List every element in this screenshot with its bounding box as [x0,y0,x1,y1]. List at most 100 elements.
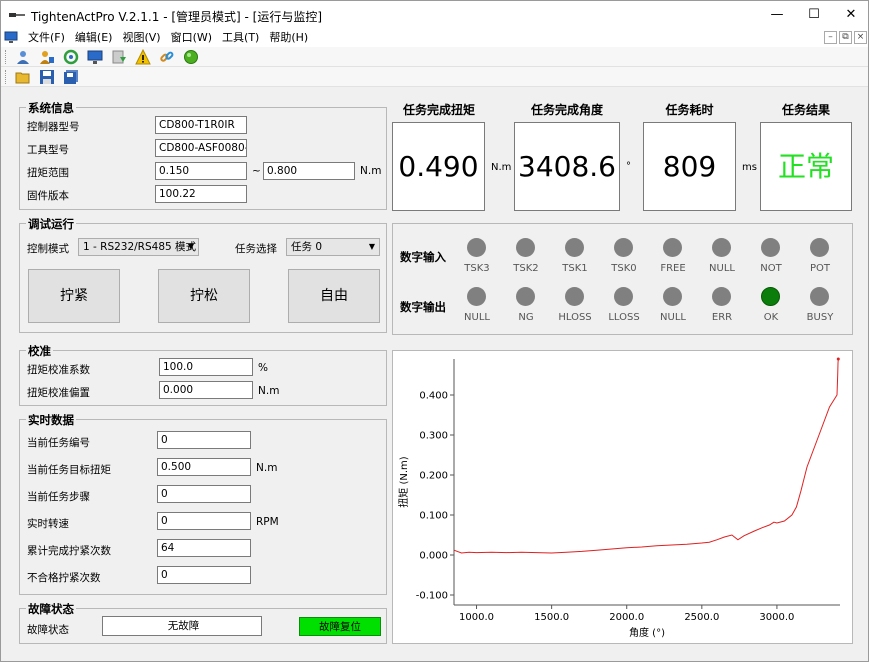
target-torque-field[interactable]: 0.500 [157,458,251,476]
debug-run-group: 调试运行 控制模式 1 - RS232/RS485 模式 ▼ 任务选择 任务 0… [19,216,387,333]
user-icon[interactable] [15,49,31,65]
realtime-data-group: 实时数据 当前任务编号 0 当前任务目标扭矩 0.500 N.m 当前任务步骤 … [19,412,387,595]
torque-range-unit: N.m [360,165,382,177]
speed-field[interactable]: 0 [157,512,251,530]
input-led-pot [810,238,829,257]
title-bar: TightenActPro V.2.1.1 - [管理员模式] - [运行与监控… [1,1,868,29]
menu-window[interactable]: 窗口(W) [166,30,217,45]
close-button[interactable]: ✕ [828,1,869,29]
app-window: TightenActPro V.2.1.1 - [管理员模式] - [运行与监控… [0,0,869,662]
output-led-ng [516,287,535,306]
menu-view[interactable]: 视图(V) [117,30,165,45]
firmware-label: 固件版本 [27,190,69,202]
task-select-label: 任务选择 [235,243,277,255]
download-icon[interactable] [111,49,127,65]
control-mode-select[interactable]: 1 - RS232/RS485 模式 ▼ [78,238,199,256]
menu-help[interactable]: 帮助(H) [264,30,313,45]
firmware-field[interactable]: 100.22 [155,185,247,203]
save-icon[interactable] [39,69,55,85]
controller-model-label: 控制器型号 [27,121,80,133]
torque-result-display: 0.490 [392,122,485,211]
fault-status-label: 故障状态 [27,624,69,636]
free-button[interactable]: 自由 [288,269,380,323]
x-tick-label: 2000.0 [609,612,644,623]
menu-bar: 文件(F) 编辑(E) 视图(V) 窗口(W) 工具(T) 帮助(H) – ⧉ … [1,29,868,47]
x-tick-label: 2500.0 [684,612,719,623]
fault-status-group: 故障状态 故障状态 无故障 故障复位 [19,601,387,644]
torque-coef-field[interactable]: 100.0 [159,358,253,376]
angle-result-unit: ° [626,161,631,172]
warning-icon[interactable] [135,49,151,65]
tighten-button[interactable]: 拧紧 [28,269,120,323]
digital-output-label: 数字输出 [400,300,446,314]
output-led-busy [810,287,829,306]
input-led-free [663,238,682,257]
control-mode-value: 1 - RS232/RS485 模式 [83,241,197,253]
torque-angle-chart: 1000.0 1500.0 2000.0 2500.0 3000.0 -0.100 0.00… [397,357,840,639]
tool-model-field[interactable]: CD800-ASF0080-T [155,139,247,157]
x-tick-label: 3000.0 [759,612,794,623]
target-torque-unit: N.m [256,462,278,474]
output-led-label: NULL [660,312,686,323]
controller-model-field[interactable]: CD800-T1R0IR [155,116,247,134]
output-led-label: BUSY [806,312,834,323]
total-count-field[interactable]: 64 [157,539,251,557]
monitor-icon[interactable] [87,49,103,65]
digital-input-label: 数字输入 [400,250,446,264]
y-tick-label: 0.000 [419,551,448,562]
input-led-label: TSK0 [611,263,637,274]
input-led-label: NOT [760,263,782,274]
x-tick-label: 1000.0 [459,612,494,623]
input-led-label: TSK2 [513,263,539,274]
torque-result-title: 任务完成扭矩 [402,103,475,117]
toolbar-grip[interactable] [5,50,8,64]
toolbar-main [1,47,868,67]
task-result-title: 任务结果 [781,103,830,117]
mdi-close-button[interactable]: × [854,31,867,44]
task-step-field[interactable]: 0 [157,485,251,503]
output-led-ok [761,287,780,306]
link-icon[interactable] [159,49,175,65]
loosen-button[interactable]: 拧松 [158,269,250,323]
menu-file[interactable]: 文件(F) [23,30,70,45]
menu-tools[interactable]: 工具(T) [217,30,264,45]
fault-status-field[interactable]: 无故障 [102,616,262,636]
torque-max-field[interactable]: 0.800 [263,162,355,180]
output-led-label: NG [518,312,534,323]
open-folder-icon[interactable] [15,69,31,85]
output-led-hloss [565,287,584,306]
debug-run-title: 调试运行 [26,216,76,232]
fault-status-title: 故障状态 [26,601,76,617]
task-number-field[interactable]: 0 [157,431,251,449]
mdi-restore-button[interactable]: ⧉ [839,31,852,44]
refresh-icon[interactable] [63,49,79,65]
speed-unit: RPM [256,516,279,528]
task-select[interactable]: 任务 0 ▼ [286,238,380,256]
output-led-null [467,287,486,306]
fault-reset-button[interactable]: 故障复位 [299,617,381,636]
angle-result-title: 任务完成角度 [530,103,603,117]
ng-count-label: 不合格拧紧次数 [27,572,101,584]
chevron-down-icon: ▼ [187,242,194,251]
mdi-minimize-button[interactable]: – [824,31,837,44]
system-info-group: 系统信息 控制器型号 CD800-T1R0IR 工具型号 CD800-ASF00… [19,100,387,210]
time-result-unit: ms [742,162,757,173]
status-green-icon[interactable] [183,49,199,65]
toolbar-grip[interactable] [5,70,8,84]
output-led-label: NULL [464,312,490,323]
torque-min-field[interactable]: 0.150 [155,162,247,180]
input-led-label: FREE [660,263,686,274]
input-led-null [712,238,731,257]
toolbar-file [1,67,868,87]
monitor-small-icon [4,31,18,43]
y-tick-label: 0.300 [419,431,448,442]
ng-count-field[interactable]: 0 [157,566,251,584]
tool-model-label: 工具型号 [27,144,69,156]
calibration-title: 校准 [26,343,53,359]
save-as-icon[interactable] [63,69,79,85]
torque-offset-field[interactable]: 0.000 [159,381,253,399]
input-led-label: NULL [709,263,735,274]
user-edit-icon[interactable] [39,49,55,65]
task-select-value: 任务 0 [291,241,323,253]
menu-edit[interactable]: 编辑(E) [70,30,118,45]
